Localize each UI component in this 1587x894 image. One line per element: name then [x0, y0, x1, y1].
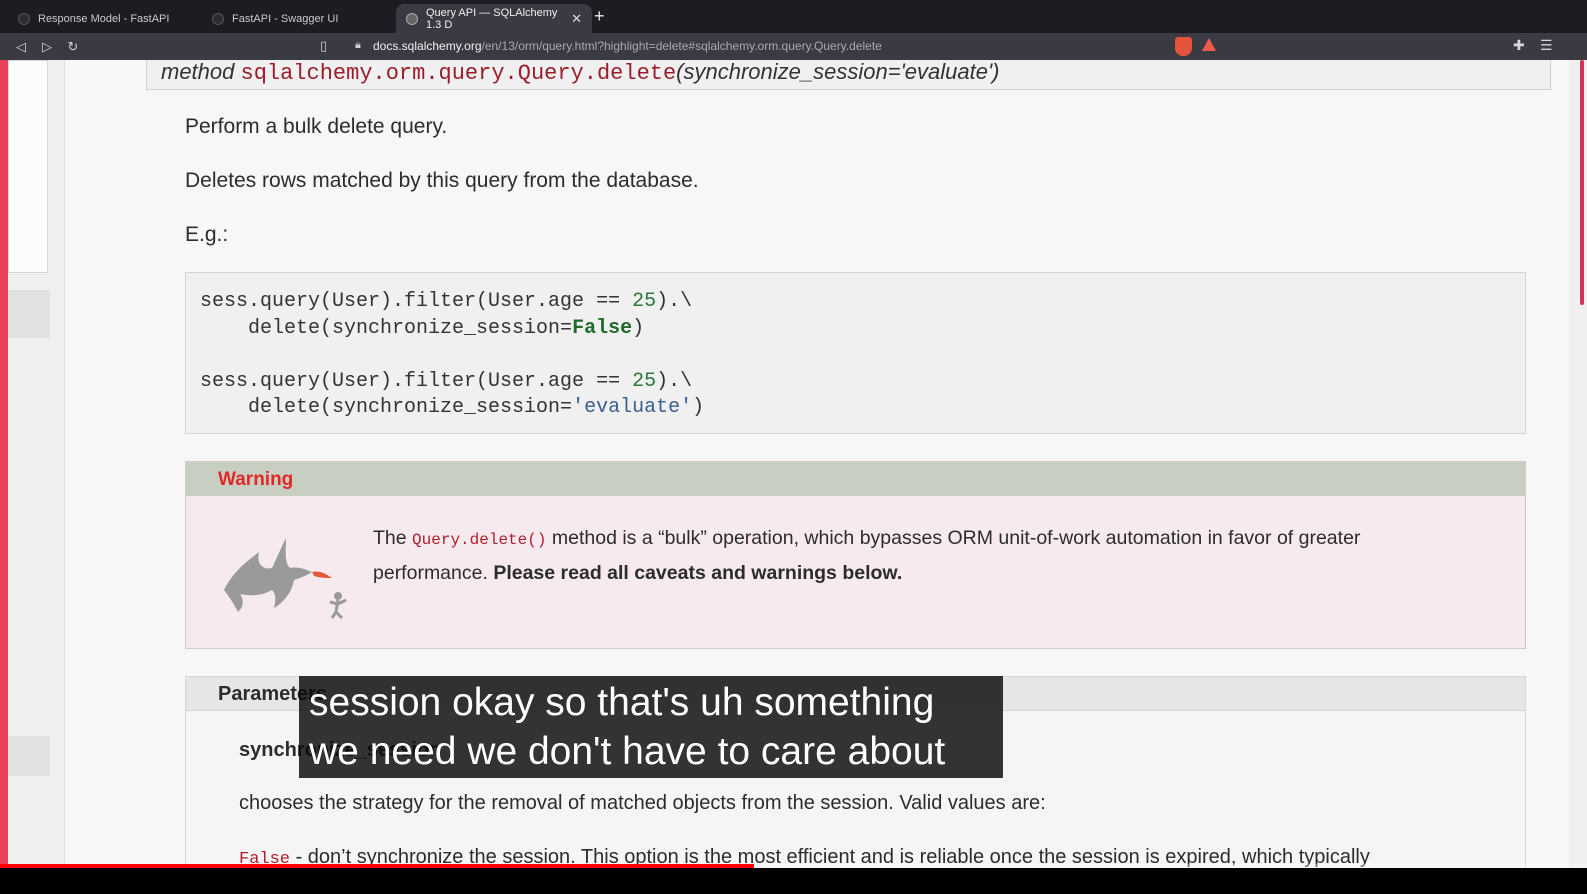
warning-admonition: Warning The Query.delete() method is a “…: [185, 461, 1526, 649]
tab-title: Response Model - FastAPI: [38, 12, 170, 25]
scrollbar-thumb[interactable]: [1580, 60, 1584, 305]
signature-prefix: method: [161, 60, 241, 84]
code-example: sess.query(User).filter(User.age == 25).…: [185, 272, 1526, 434]
method-signature: method sqlalchemy.orm.query.Query.delete…: [146, 60, 1551, 90]
sqlalchemy-favicon-icon: [406, 12, 418, 25]
code-text: ).\: [656, 290, 693, 313]
fastapi-favicon-icon: [212, 12, 224, 25]
code-line: delete(synchronize_session=False): [200, 316, 1511, 343]
lock-icon: 🔒︎: [355, 39, 361, 51]
query-delete-link[interactable]: Query.delete(): [412, 531, 546, 549]
left-accent-strip: [0, 60, 8, 894]
caption-line: we need we don't have to care about: [309, 730, 946, 773]
description-paragraph: Deletes rows matched by this query from …: [185, 169, 699, 192]
video-controls-bar: [0, 868, 1587, 894]
example-label: E.g.:: [185, 223, 229, 246]
menu-icon[interactable]: ☰: [1540, 37, 1553, 54]
code-line: sess.query(User).filter(User.age == 25).…: [200, 369, 1511, 396]
reload-icon[interactable]: ↻: [60, 39, 86, 55]
code-keyword: False: [572, 316, 633, 340]
url-path: /en/13/orm/query.html?highlight=delete#s…: [481, 39, 882, 53]
sidebar-item[interactable]: [8, 290, 50, 338]
code-text: sess.query(User).filter(User.age ==: [200, 290, 633, 313]
fastapi-favicon-icon: [18, 12, 30, 25]
tab-close-icon[interactable]: ✕: [571, 11, 582, 27]
code-text: delete(synchronize_session=: [200, 316, 573, 340]
signature-name: sqlalchemy.orm.query.Query.delete: [240, 61, 677, 86]
warning-title: Warning: [186, 462, 1525, 496]
back-icon[interactable]: ◁: [8, 39, 34, 55]
address-bar[interactable]: docs.sqlalchemy.org/en/13/orm/query.html…: [373, 39, 882, 53]
tab-title: FastAPI - Swagger UI: [232, 12, 339, 25]
tab-response-model[interactable]: Response Model - FastAPI: [8, 4, 198, 33]
warning-text-part: The: [373, 527, 413, 549]
tab-swagger-ui[interactable]: FastAPI - Swagger UI: [202, 4, 392, 33]
brave-shield-icon[interactable]: [1175, 37, 1192, 56]
warning-text: The Query.delete() method is a “bulk” op…: [373, 522, 1473, 590]
code-line: delete(synchronize_session='evaluate'): [200, 395, 1511, 422]
brave-rewards-icon[interactable]: [1202, 38, 1216, 51]
tab-query-api[interactable]: Query API — SQLAlchemy 1.3 D ✕: [396, 4, 592, 33]
code-text: ).\: [656, 369, 693, 393]
code-text: delete(synchronize_session=: [200, 396, 573, 419]
warning-emphasis: Please read all caveats and warnings bel…: [493, 562, 903, 584]
tab-title: Query API — SQLAlchemy 1.3 D: [426, 6, 558, 31]
code-number: 25: [632, 290, 657, 313]
dragon-logo-icon: [224, 538, 347, 620]
parameter-description: chooses the strategy for the removal of …: [239, 792, 1046, 814]
code-string: 'evaluate': [572, 396, 693, 419]
code-text: ): [692, 396, 705, 419]
signature-args: (synchronize_session='evaluate'): [676, 60, 1000, 84]
scrollbar-track[interactable]: [1569, 60, 1587, 894]
tab-bar: Response Model - FastAPI FastAPI - Swagg…: [0, 0, 1587, 33]
video-caption: session okay so that's uh something we n…: [299, 676, 1003, 778]
code-text: sess.query(User).filter(User.age ==: [200, 369, 633, 393]
bookmark-icon[interactable]: ▯: [320, 38, 327, 54]
forward-icon[interactable]: ▷: [34, 39, 60, 55]
sidebar-item[interactable]: [8, 736, 50, 776]
sidebar-panel: [8, 60, 48, 273]
navigation-bar: ◁ ▷ ↻ ▯ 🔒︎ docs.sqlalchemy.org/en/13/orm…: [0, 33, 1587, 60]
description-paragraph: Perform a bulk delete query.: [185, 115, 448, 138]
code-text: ): [632, 316, 645, 340]
code-line: sess.query(User).filter(User.age == 25).…: [200, 289, 1511, 316]
url-host: docs.sqlalchemy.org: [373, 39, 482, 53]
code-number: 25: [632, 369, 657, 393]
caption-line: session okay so that's uh something: [309, 681, 935, 724]
extensions-puzzle-icon[interactable]: ✚: [1513, 37, 1525, 54]
new-tab-button[interactable]: +: [594, 6, 605, 27]
